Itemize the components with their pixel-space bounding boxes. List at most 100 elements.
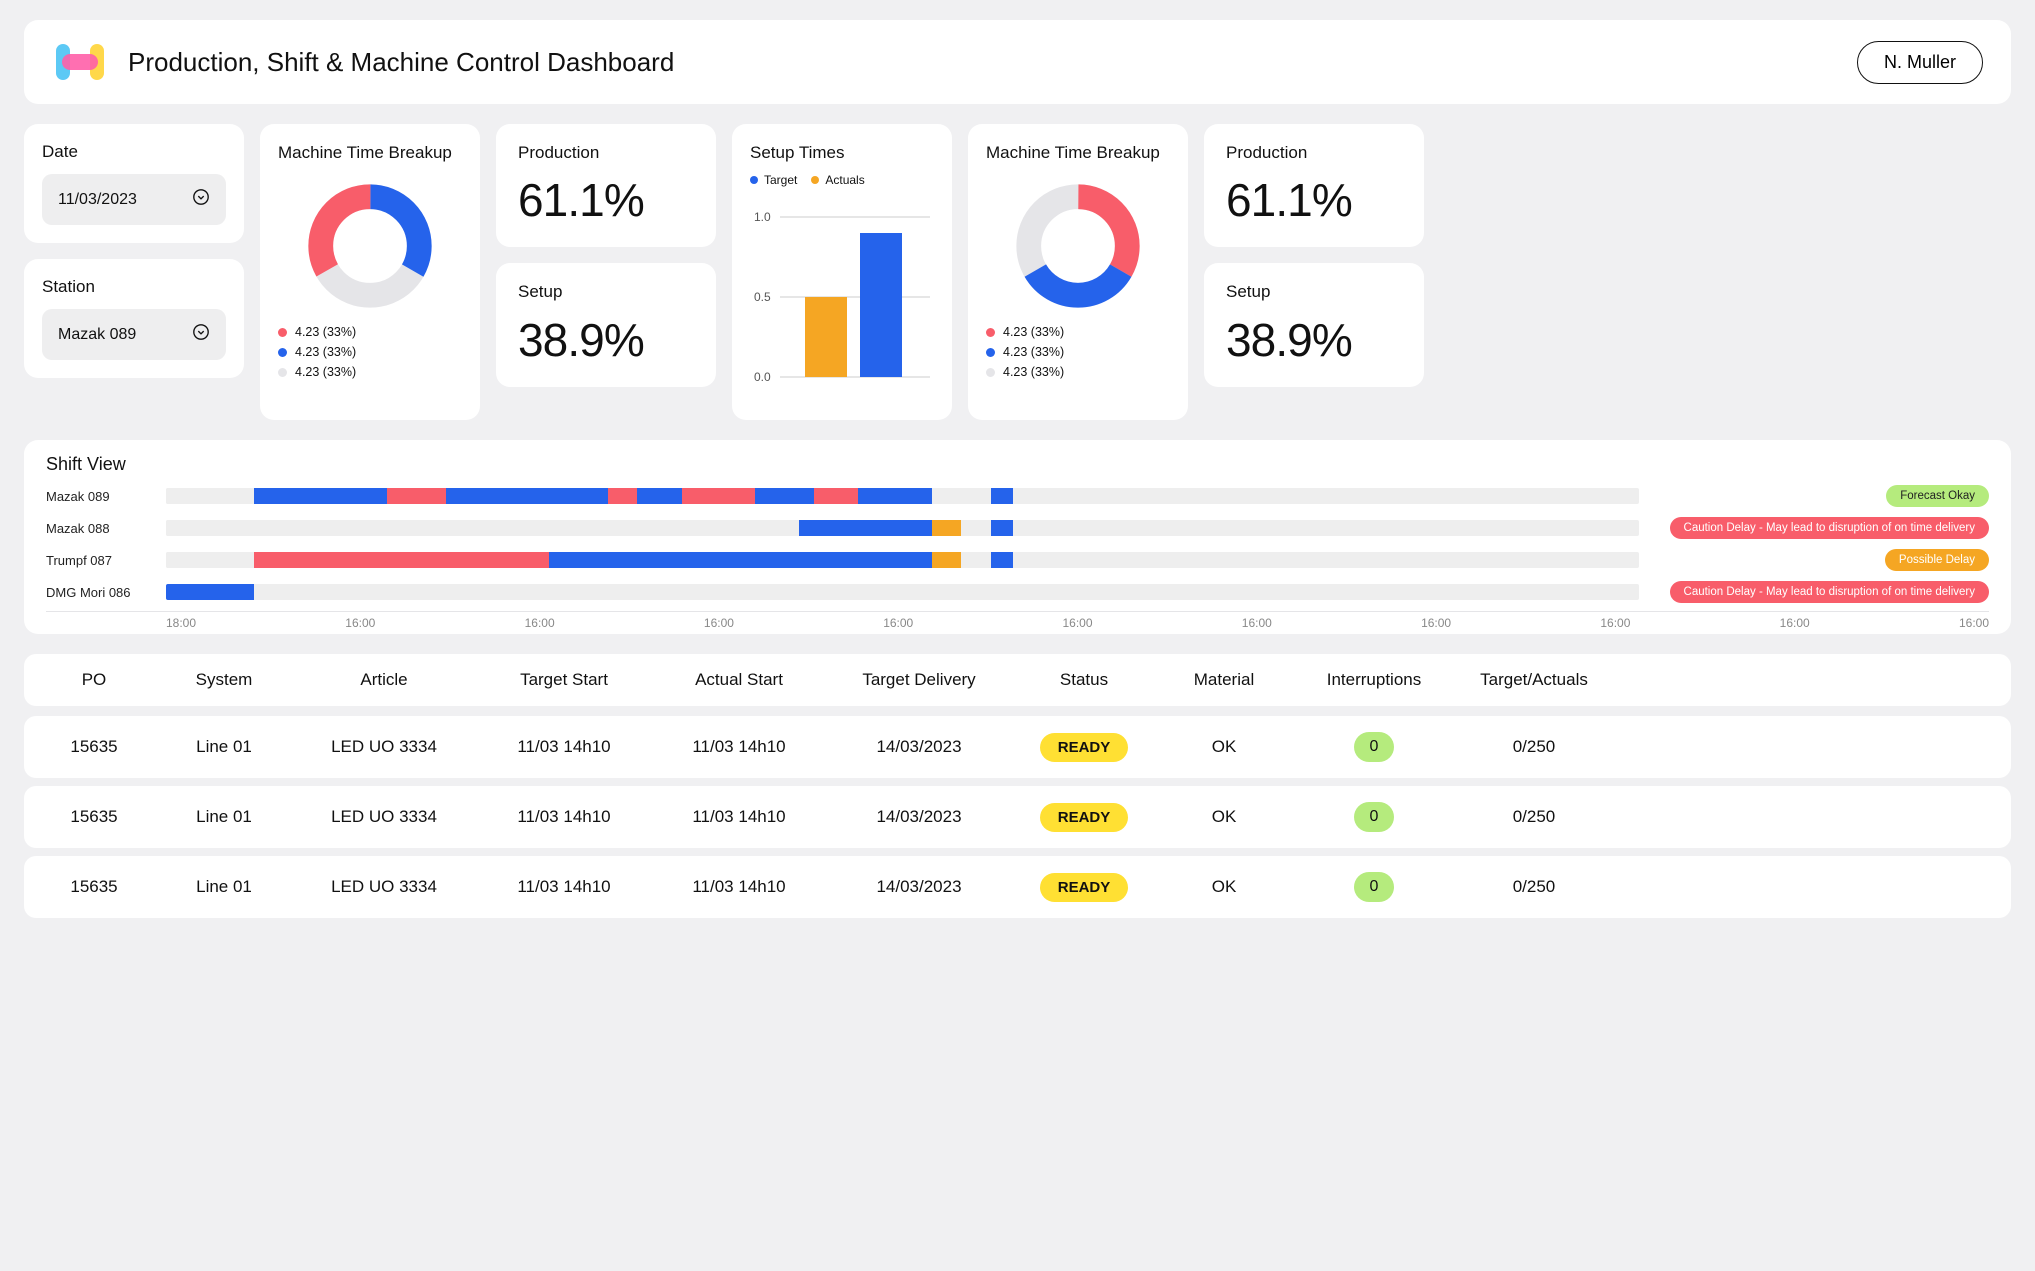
- setup-card-2: Setup 38.9%: [1204, 263, 1424, 386]
- setup-card-1: Setup 38.9%: [496, 263, 716, 386]
- stat-value: 61.1%: [1226, 173, 1402, 227]
- donut-chart-2: [986, 173, 1170, 325]
- header-left: Production, Shift & Machine Control Dash…: [52, 38, 674, 86]
- shift-axis: 18:00 16:00 16:00 16:00 16:00 16:00 16:0…: [46, 611, 1989, 630]
- header-bar: Production, Shift & Machine Control Dash…: [24, 20, 2011, 104]
- cell-actual-start: 11/03 14h10: [654, 877, 824, 897]
- page-title: Production, Shift & Machine Control Dash…: [128, 47, 674, 78]
- donut-chart-1: [278, 173, 462, 325]
- legend-row: 4.23 (33%): [986, 345, 1170, 359]
- shift-machine: Mazak 088: [46, 521, 156, 536]
- col-article: Article: [294, 670, 474, 690]
- col-po: PO: [34, 670, 154, 690]
- legend-dot-icon: [986, 368, 995, 377]
- shift-machine: Trumpf 087: [46, 553, 156, 568]
- legend-dot-icon: [278, 368, 287, 377]
- stat-value: 38.9%: [518, 313, 694, 367]
- cell-po: 15635: [34, 807, 154, 827]
- cell-target-start: 11/03 14h10: [474, 807, 654, 827]
- shift-row: Mazak 089 Forecast Okay: [46, 483, 1989, 509]
- cell-actual-start: 11/03 14h10: [654, 807, 824, 827]
- setup-times-card: Setup Times Target Actuals 1.0 0.5 0.0: [732, 124, 952, 420]
- col-system: System: [154, 670, 294, 690]
- date-value: 11/03/2023: [58, 191, 137, 209]
- machine-time-card-2: Machine Time Breakup 4.23 (33%) 4.23 (33…: [968, 124, 1188, 420]
- cell-status: READY: [1014, 803, 1154, 832]
- interruptions-pill: 0: [1354, 872, 1395, 902]
- station-label: Station: [42, 277, 226, 297]
- status-badge: Possible Delay: [1885, 549, 1989, 571]
- shift-row: Mazak 088 Caution Delay - May lead to di…: [46, 515, 1989, 541]
- table-row[interactable]: 15635 Line 01 LED UO 3334 11/03 14h10 11…: [24, 786, 2011, 848]
- legend-dot-icon: [986, 328, 995, 337]
- col-status: Status: [1014, 670, 1154, 690]
- legend-dot-icon: [750, 176, 758, 184]
- stat-value: 61.1%: [518, 173, 694, 227]
- y-tick: 0.0: [754, 370, 771, 384]
- interruptions-pill: 0: [1354, 802, 1395, 832]
- shift-timeline[interactable]: [166, 520, 1639, 536]
- shift-row: DMG Mori 086 Caution Delay - May lead to…: [46, 579, 1989, 605]
- stat-label: Production: [1226, 142, 1402, 163]
- production-card-2: Production 61.1%: [1204, 124, 1424, 247]
- table-header: PO System Article Target Start Actual St…: [24, 654, 2011, 706]
- legend-dot-icon: [986, 348, 995, 357]
- y-tick: 1.0: [754, 210, 771, 224]
- cell-target-actuals: 0/250: [1454, 877, 1614, 897]
- table-row[interactable]: 15635 Line 01 LED UO 3334 11/03 14h10 11…: [24, 716, 2011, 778]
- cell-interruptions: 0: [1294, 872, 1454, 902]
- cell-target-delivery: 14/03/2023: [824, 877, 1014, 897]
- date-label: Date: [42, 142, 226, 162]
- table-row[interactable]: 15635 Line 01 LED UO 3334 11/03 14h10 11…: [24, 856, 2011, 918]
- machine-time-card-1: Machine Time Breakup 4.23 (33%) 4.23 (33…: [260, 124, 480, 420]
- donut-legend-1: 4.23 (33%) 4.23 (33%) 4.23 (33%): [278, 325, 462, 379]
- stat-label: Setup: [1226, 281, 1402, 302]
- station-select[interactable]: Mazak 089: [42, 309, 226, 360]
- cell-target-delivery: 14/03/2023: [824, 807, 1014, 827]
- shift-timeline[interactable]: [166, 552, 1639, 568]
- shift-row: Trumpf 087 Possible Delay: [46, 547, 1989, 573]
- kpi-row: Date 11/03/2023 Station Mazak 089 Machin…: [24, 124, 2011, 420]
- legend-row: 4.23 (33%): [278, 365, 462, 379]
- cell-material: OK: [1154, 737, 1294, 757]
- shift-timeline[interactable]: [166, 488, 1639, 504]
- bar-chart: 1.0 0.5 0.0: [750, 193, 934, 402]
- status-pill: READY: [1040, 873, 1129, 902]
- cell-actual-start: 11/03 14h10: [654, 737, 824, 757]
- cell-article: LED UO 3334: [294, 877, 474, 897]
- user-chip[interactable]: N. Muller: [1857, 41, 1983, 84]
- stat-label: Production: [518, 142, 694, 163]
- status-pill: READY: [1040, 733, 1129, 762]
- col-material: Material: [1154, 670, 1294, 690]
- status-badge: Caution Delay - May lead to disruption o…: [1670, 517, 1989, 539]
- orders-table: PO System Article Target Start Actual St…: [24, 654, 2011, 918]
- card-title: Machine Time Breakup: [986, 142, 1170, 163]
- legend-row: 4.23 (33%): [278, 345, 462, 359]
- cell-interruptions: 0: [1294, 732, 1454, 762]
- legend-dot-icon: [278, 348, 287, 357]
- cell-article: LED UO 3334: [294, 737, 474, 757]
- cell-status: READY: [1014, 733, 1154, 762]
- cell-interruptions: 0: [1294, 802, 1454, 832]
- card-title: Machine Time Breakup: [278, 142, 462, 163]
- date-select[interactable]: 11/03/2023: [42, 174, 226, 225]
- shift-title: Shift View: [46, 454, 1989, 475]
- legend-row: 4.23 (33%): [278, 325, 462, 339]
- cell-target-start: 11/03 14h10: [474, 877, 654, 897]
- col-target-delivery: Target Delivery: [824, 670, 1014, 690]
- stat-value: 38.9%: [1226, 313, 1402, 367]
- cell-po: 15635: [34, 877, 154, 897]
- station-card: Station Mazak 089: [24, 259, 244, 378]
- legend-dot-icon: [278, 328, 287, 337]
- shift-timeline[interactable]: [166, 584, 1639, 600]
- status-pill: READY: [1040, 803, 1129, 832]
- cell-system: Line 01: [154, 807, 294, 827]
- stat-label: Setup: [518, 281, 694, 302]
- legend-dot-icon: [811, 176, 819, 184]
- cell-system: Line 01: [154, 737, 294, 757]
- cell-target-start: 11/03 14h10: [474, 737, 654, 757]
- cell-target-delivery: 14/03/2023: [824, 737, 1014, 757]
- col-target-start: Target Start: [474, 670, 654, 690]
- cell-article: LED UO 3334: [294, 807, 474, 827]
- shift-view-card: Shift View Mazak 089 Forecast Okay Mazak…: [24, 440, 2011, 634]
